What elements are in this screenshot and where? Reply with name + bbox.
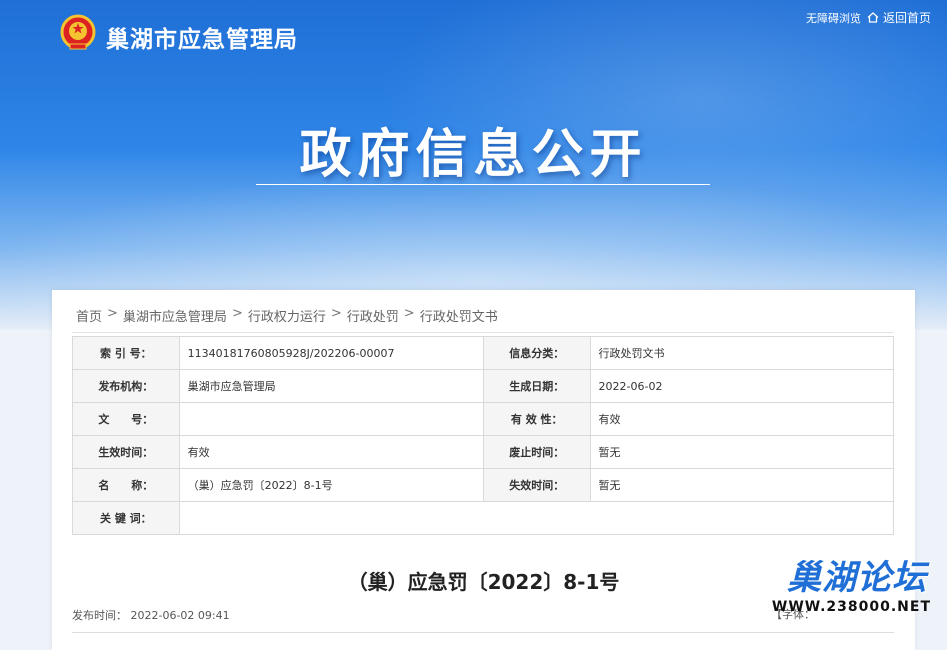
info-key: 索 引 号： [72, 336, 180, 370]
breadcrumb-link[interactable]: 行政处罚文书 [420, 306, 498, 325]
info-value: 11340181760805928J/202206-00007 [178, 336, 484, 370]
top-links: 无障碍浏览 返回首页 [806, 9, 931, 26]
info-value: 暂无 [589, 435, 895, 469]
info-key: 关 键 词： [72, 501, 180, 535]
forum-watermark: 巢湖论坛 WWW.238000.NET [739, 550, 939, 630]
breadcrumb: 首页 > 巢湖市应急管理局 > 行政权力运行 > 行政处罚 > 行政处罚文书 [76, 306, 498, 325]
info-value [178, 501, 895, 535]
info-key: 有 效 性： [482, 402, 591, 436]
watermark-url: WWW.238000.NET [771, 599, 931, 615]
info-row: 索 引 号： 11340181760805928J/202206-00007 信息分… [72, 336, 895, 370]
home-icon [867, 12, 879, 23]
info-key: 名 称： [72, 468, 180, 502]
breadcrumb-separator: > [330, 306, 342, 321]
info-row: 文 号： 有 效 性： 有效 [72, 402, 895, 436]
site-name[interactable]: 巢湖市应急管理局 [106, 20, 298, 54]
info-value: 2022-06-02 [589, 369, 895, 403]
banner: 巢湖市应急管理局 无障碍浏览 返回首页 政府信息公开 [0, 0, 947, 330]
content-divider [72, 632, 894, 633]
info-value: 暂无 [589, 468, 895, 502]
info-value: 有效 [589, 402, 895, 436]
info-value: 巢湖市应急管理局 [178, 369, 484, 403]
breadcrumb-separator: > [403, 306, 415, 321]
info-key: 文 号： [72, 402, 180, 436]
info-value [178, 402, 484, 436]
info-row: 关 键 词： [72, 501, 895, 535]
breadcrumb-link[interactable]: 行政权力运行 [248, 306, 326, 325]
info-key: 废止时间： [482, 435, 591, 469]
home-link-label: 返回首页 [882, 11, 931, 25]
watermark-brand: 巢湖论坛 [787, 558, 927, 598]
banner-title: 政府信息公开 [299, 125, 648, 185]
info-table: 索 引 号： 11340181760805928J/202206-00007 信息分… [72, 336, 895, 535]
info-key: 生成日期： [482, 369, 591, 403]
breadcrumb-link[interactable]: 巢湖市应急管理局 [123, 306, 227, 325]
banner-title-underline [256, 184, 710, 185]
info-key: 信息分类： [482, 336, 591, 370]
national-emblem-icon [60, 14, 96, 50]
home-link[interactable]: 返回首页 [867, 9, 931, 26]
info-key: 发布机构： [72, 369, 180, 403]
info-row: 名 称： （巢）应急罚〔2022〕8-1号 失效时间： 暂无 [72, 468, 895, 502]
info-key: 失效时间： [482, 468, 591, 502]
breadcrumb-link[interactable]: 首页 [76, 306, 102, 325]
info-value: 有效 [178, 435, 484, 469]
breadcrumb-separator: > [231, 306, 243, 321]
breadcrumb-separator: > [107, 306, 118, 321]
breadcrumb-link[interactable]: 行政处罚 [347, 306, 399, 325]
info-value: 行政处罚文书 [589, 336, 895, 370]
breadcrumb-divider [72, 332, 894, 333]
info-row: 发布机构： 巢湖市应急管理局 生成日期： 2022-06-02 [72, 369, 895, 403]
info-value: （巢）应急罚〔2022〕8-1号 [178, 468, 484, 502]
info-key: 生效时间： [72, 435, 180, 469]
publish-label: 发布时间： [72, 609, 127, 622]
publish-time: 发布时间： 2022-06-02 09:41 [72, 607, 230, 623]
info-row: 生效时间： 有效 废止时间： 暂无 [72, 435, 895, 469]
accessibility-link[interactable]: 无障碍浏览 [806, 10, 861, 26]
publish-value: 2022-06-02 09:41 [130, 609, 230, 622]
